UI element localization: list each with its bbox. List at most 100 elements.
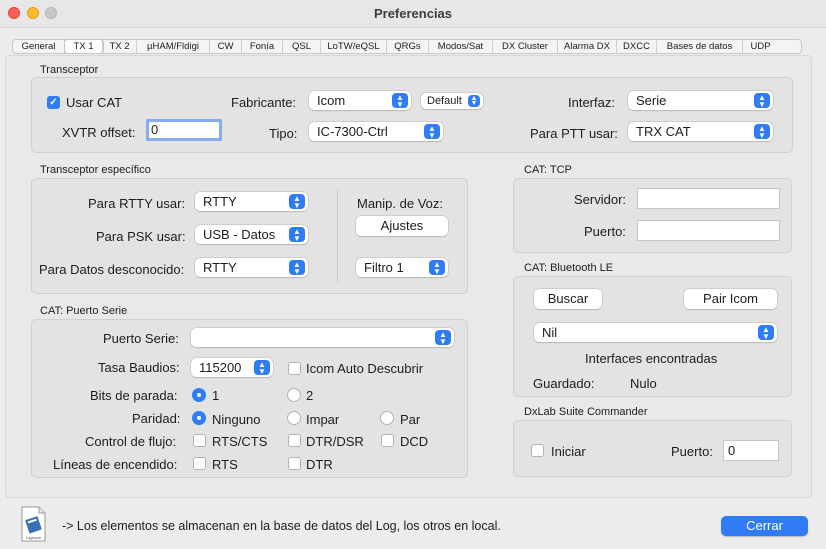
- tab-qrgs[interactable]: QRGs: [387, 40, 429, 53]
- paridad-option-par: Par: [400, 412, 421, 427]
- ptt-value: TRX CAT: [636, 124, 691, 139]
- tab-dxcc[interactable]: DXCC: [617, 40, 657, 53]
- usar-cat-label: Usar CAT: [66, 95, 123, 110]
- paridad-option-impar: Impar: [306, 412, 340, 427]
- rtty-label: Para RTTY usar:: [88, 196, 186, 211]
- baudios-label: Tasa Baudios:: [98, 360, 180, 375]
- ptt-popup[interactable]: TRX CAT ▲ ▼: [628, 122, 773, 141]
- chevron-updown-icon: ▲ ▼: [754, 93, 770, 109]
- interfaz-label: Interfaz:: [568, 95, 615, 110]
- xvtr-offset-field[interactable]: 0: [146, 119, 222, 141]
- tab-bar: General TX 1 TX 2 µHAM/Fldigi CW Fonía Q…: [12, 39, 802, 54]
- fabricante-value: Icom: [317, 93, 346, 108]
- tab-qsl[interactable]: QSL: [283, 40, 321, 53]
- puerto-serie-label: Puerto Serie:: [103, 331, 179, 346]
- guardado-label: Guardado:: [533, 376, 595, 391]
- dxlab-puerto-label: Puerto:: [671, 444, 713, 459]
- bluetooth-device-popup[interactable]: Nil ▲ ▼: [534, 323, 777, 342]
- dxlab-puerto-field[interactable]: 0: [723, 440, 779, 461]
- tab-alarma-dx[interactable]: Alarma DX: [558, 40, 617, 53]
- cerrar-button[interactable]: Cerrar: [721, 516, 808, 536]
- footer-note: -> Los elementos se almacenan en la base…: [62, 519, 501, 533]
- title-bar: Preferencias: [0, 0, 826, 28]
- bits-parada-label: Bits de parada:: [90, 388, 178, 403]
- bits-radio-2[interactable]: [287, 388, 301, 402]
- fabricante-popup[interactable]: Icom ▲ ▼: [309, 91, 411, 110]
- paridad-radio-impar[interactable]: [287, 411, 301, 425]
- flujo-dcd-checkbox[interactable]: [381, 434, 394, 447]
- flujo-dtr-dsr-checkbox[interactable]: [288, 434, 301, 447]
- tab-bases-de-datos[interactable]: Bases de datos: [657, 40, 743, 53]
- puerto-serie-group-title: CAT: Puerto Serie: [40, 305, 128, 317]
- pair-icom-button[interactable]: Pair Icom: [684, 289, 777, 309]
- interfaz-popup[interactable]: Serie ▲ ▼: [628, 91, 773, 110]
- bluetooth-device-value: Nil: [542, 325, 558, 340]
- tipo-label: Tipo:: [269, 126, 298, 141]
- guardado-value: Nulo: [630, 376, 657, 391]
- ajustes-button[interactable]: Ajustes: [356, 216, 448, 236]
- tab-general[interactable]: General: [13, 40, 65, 53]
- window-title: Preferencias: [373, 6, 453, 21]
- flujo-rts-cts-label: RTS/CTS: [212, 434, 268, 449]
- paridad-radio-par[interactable]: [380, 411, 394, 425]
- chevron-updown-icon: ▲ ▼: [289, 260, 305, 276]
- tcp-puerto-field[interactable]: [637, 220, 780, 241]
- interfaz-value: Serie: [636, 93, 667, 108]
- datos-popup[interactable]: RTTY ▲ ▼: [195, 258, 308, 277]
- manip-voz-label: Manip. de Voz:: [357, 196, 443, 211]
- especifico-divider: [337, 190, 338, 283]
- default-popup[interactable]: Default ▲ ▼: [421, 93, 483, 109]
- lineas-rts-label: RTS: [212, 457, 238, 472]
- lineas-rts-checkbox[interactable]: [193, 457, 206, 470]
- tab-lotw-eqsl[interactable]: LoTW/eQSL: [321, 40, 387, 53]
- lineas-dtr-checkbox[interactable]: [288, 457, 301, 470]
- tab-udp[interactable]: UDP: [743, 40, 778, 53]
- tab-uham-fldigi[interactable]: µHAM/Fldigi: [137, 40, 210, 53]
- tab-cw[interactable]: CW: [210, 40, 242, 53]
- dxlab-group-title: DxLab Suite Commander: [524, 406, 648, 418]
- transceptor-group: [31, 77, 793, 153]
- tipo-value: IC-7300-Ctrl: [317, 124, 388, 139]
- datos-label: Para Datos desconocido:: [39, 262, 185, 277]
- psk-popup[interactable]: USB - Datos ▲ ▼: [195, 225, 308, 244]
- chevron-updown-icon: ▲ ▼: [289, 194, 305, 210]
- bits-radio-1[interactable]: [192, 388, 206, 402]
- datos-value: RTTY: [203, 260, 237, 275]
- servidor-label: Servidor:: [574, 192, 627, 207]
- bluetooth-group-title: CAT: Bluetooth LE: [524, 262, 614, 274]
- puerto-serie-popup[interactable]: ▲ ▼: [191, 328, 454, 347]
- logbook-icon-text: Logbook: [26, 535, 41, 540]
- usar-cat-checkbox[interactable]: ✓: [47, 96, 60, 109]
- tab-modos-sat[interactable]: Modos/Sat: [429, 40, 493, 53]
- bits-option-2: 2: [306, 388, 314, 403]
- icom-auto-label: Icom Auto Descubrir: [306, 361, 424, 376]
- filtro-value: Filtro 1: [364, 260, 404, 275]
- tipo-popup[interactable]: IC-7300-Ctrl ▲ ▼: [309, 122, 443, 141]
- paridad-radio-ninguno[interactable]: [192, 411, 206, 425]
- psk-label: Para PSK usar:: [96, 229, 186, 244]
- tab-tx2[interactable]: TX 2: [103, 40, 137, 53]
- buscar-button[interactable]: Buscar: [534, 289, 602, 309]
- tab-tx1[interactable]: TX 1: [65, 40, 103, 53]
- baudios-popup[interactable]: 115200 ▲ ▼: [191, 358, 273, 377]
- iniciar-label: Iniciar: [551, 444, 586, 459]
- rtty-popup[interactable]: RTTY ▲ ▼: [195, 192, 308, 211]
- iniciar-checkbox[interactable]: [531, 444, 544, 457]
- chevron-updown-icon: ▲ ▼: [468, 95, 480, 107]
- xvtr-offset-label: XVTR offset:: [62, 125, 136, 140]
- tab-dx-cluster[interactable]: DX Cluster: [493, 40, 558, 53]
- default-value: Default: [427, 95, 462, 107]
- ptt-label: Para PTT usar:: [530, 126, 618, 141]
- flujo-rts-cts-checkbox[interactable]: [193, 434, 206, 447]
- tab-fonia[interactable]: Fonía: [242, 40, 283, 53]
- chevron-updown-icon: ▲ ▼: [758, 325, 774, 341]
- chevron-updown-icon: ▲ ▼: [424, 124, 440, 140]
- icom-auto-checkbox[interactable]: [288, 362, 301, 375]
- transceptor-group-title: Transceptor: [40, 64, 99, 76]
- chevron-updown-icon: ▲ ▼: [435, 330, 451, 346]
- chevron-updown-icon: ▲ ▼: [429, 260, 445, 276]
- filtro-popup[interactable]: Filtro 1 ▲ ▼: [356, 258, 448, 277]
- rtty-value: RTTY: [203, 194, 237, 209]
- servidor-field[interactable]: [637, 188, 780, 209]
- fabricante-label: Fabricante:: [231, 95, 297, 110]
